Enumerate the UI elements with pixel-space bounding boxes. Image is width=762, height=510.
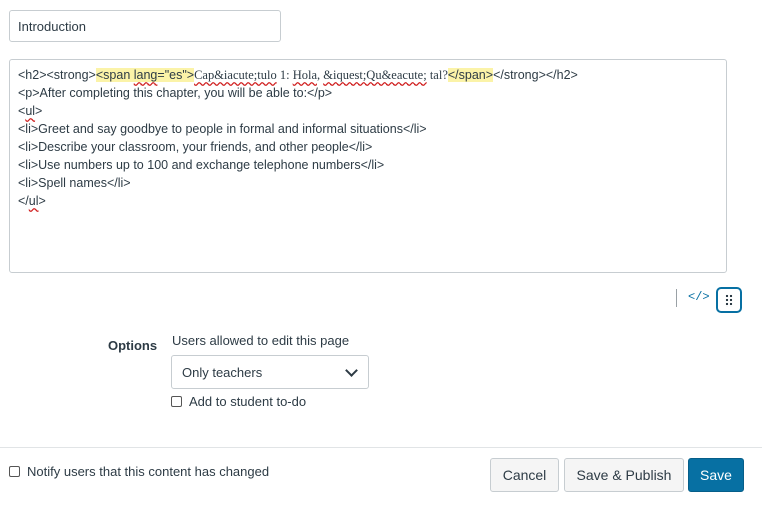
html-source-editor[interactable]: <h2><strong><span lang="es">Cap&iacute;t…	[9, 59, 727, 273]
code-text: <h2><strong>	[18, 68, 96, 82]
editor-line-8: </ul>	[18, 192, 718, 210]
resize-handle-button[interactable]	[716, 287, 742, 313]
save-and-publish-button[interactable]: Save & Publish	[564, 458, 684, 492]
misspelled-word: ul	[25, 104, 36, 118]
misspelled-word: Hola	[292, 68, 317, 82]
misspelled-word: &iquest;Qu&eacute;	[323, 68, 427, 82]
toolbar-divider	[676, 289, 677, 307]
notify-label: Notify users that this content has chang…	[27, 464, 270, 479]
edit-permission-label: Users allowed to edit this page	[172, 333, 350, 348]
code-text: </	[18, 194, 29, 208]
page-title-input[interactable]	[9, 10, 281, 42]
notify-checkbox[interactable]	[9, 466, 20, 477]
drag-handle-icon	[725, 294, 733, 307]
editor-line-4: <li>Greet and say goodbye to people in f…	[18, 122, 427, 136]
code-text: ="es">	[157, 68, 195, 82]
code-text: >	[38, 194, 46, 208]
code-text: <span	[95, 68, 134, 82]
options-label: Options	[108, 338, 158, 353]
misspelled-word: Cap&iacute;tulo	[194, 68, 277, 82]
editor-line-3: <ul>	[18, 102, 718, 120]
todo-label: Add to student to-do	[189, 394, 307, 409]
editor-line-6: <li>Use numbers up to 100 and exchange t…	[18, 158, 385, 172]
code-text: </strong></h2>	[493, 68, 578, 82]
highlighted-span: <span lang="es">	[95, 68, 195, 82]
editor-line-7: <li>Spell names</li>	[18, 176, 131, 190]
misspelled-word: lang	[133, 68, 158, 82]
html-editor-toggle[interactable]: </>	[688, 290, 710, 304]
misspelled-word: ul	[28, 194, 39, 208]
student-todo-option[interactable]: Add to student to-do	[171, 394, 306, 409]
code-text: >	[35, 104, 43, 118]
save-button[interactable]: Save	[688, 458, 744, 492]
footer-divider	[0, 447, 762, 448]
editor-line-2: <p>After completing this chapter, you wi…	[18, 86, 333, 100]
code-text: tal?	[426, 68, 448, 82]
code-text: 1:	[276, 68, 293, 82]
editor-line-5: <li>Describe your classroom, your friend…	[18, 140, 373, 154]
highlighted-span-close: </span>	[447, 68, 494, 82]
cancel-button[interactable]: Cancel	[490, 458, 559, 492]
edit-permission-select[interactable]: Only teachers	[171, 355, 369, 389]
select-value: Only teachers	[182, 364, 263, 380]
todo-checkbox[interactable]	[171, 396, 182, 407]
editor-line-1: <h2><strong><span lang="es">Cap&iacute;t…	[18, 66, 718, 84]
chevron-down-icon	[345, 363, 358, 377]
notify-option[interactable]: Notify users that this content has chang…	[9, 464, 269, 479]
